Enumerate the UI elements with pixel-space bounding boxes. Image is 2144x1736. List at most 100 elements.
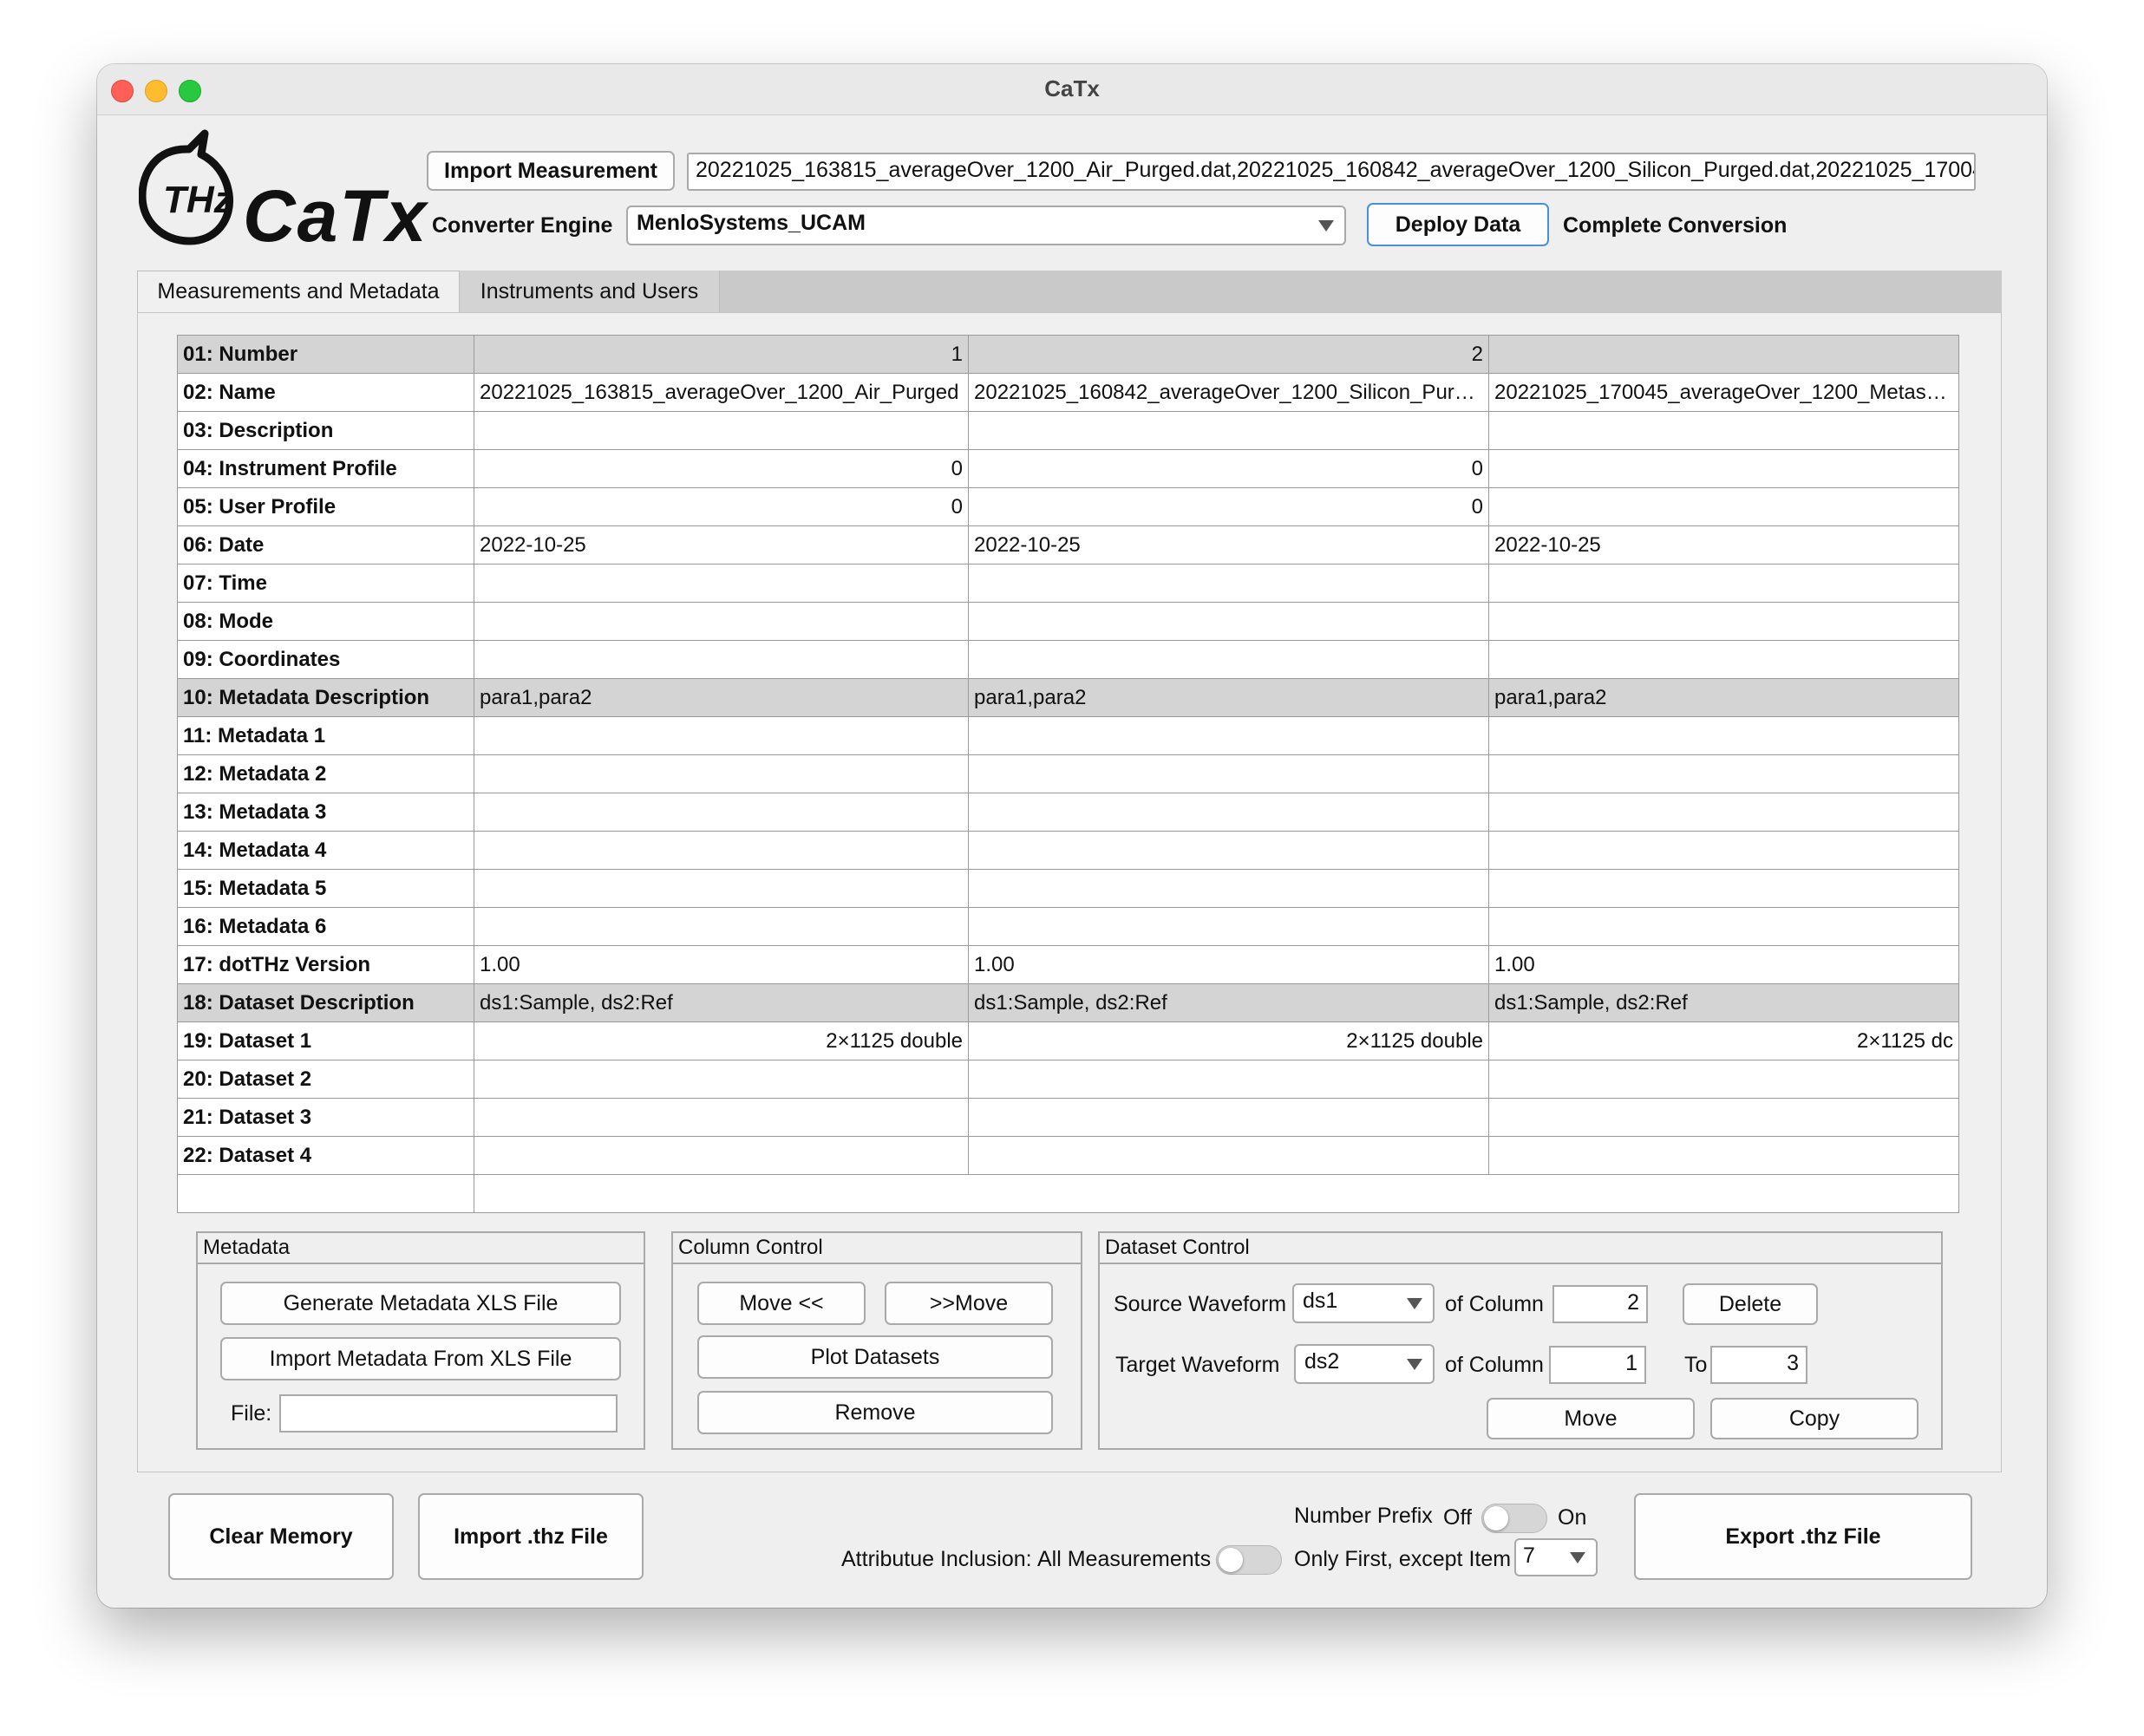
row-header: 10: Metadata Description	[177, 678, 474, 717]
deploy-data-button[interactable]: Deploy Data	[1367, 203, 1549, 246]
table-cell[interactable]	[968, 1060, 1489, 1099]
table-cell[interactable]	[968, 754, 1489, 793]
table-cell[interactable]	[968, 602, 1489, 641]
source-waveform-select[interactable]: ds1	[1292, 1283, 1435, 1323]
tab-instruments-users[interactable]: Instruments and Users	[460, 271, 720, 312]
target-column-field[interactable]: 1	[1549, 1346, 1646, 1384]
measurement-files-field[interactable]: 20221025_163815_averageOver_1200_Air_Pur…	[687, 153, 1976, 191]
table-cell[interactable]	[1488, 1098, 1959, 1137]
table-cell[interactable]	[1488, 907, 1959, 946]
table-cell[interactable]	[474, 1174, 1959, 1213]
import-thz-file-button[interactable]: Import .thz File	[418, 1493, 644, 1580]
table-cell[interactable]	[1488, 640, 1959, 679]
table-cell[interactable]	[474, 831, 969, 870]
table-cell[interactable]: 1	[474, 335, 969, 374]
chevron-down-icon	[1407, 1359, 1422, 1370]
except-item-select[interactable]: 7	[1514, 1538, 1598, 1576]
import-metadata-xls-button[interactable]: Import Metadata From XLS File	[220, 1337, 621, 1380]
table-cell[interactable]	[968, 793, 1489, 832]
table-cell[interactable]	[1488, 716, 1959, 755]
table-cell[interactable]: 0	[968, 449, 1489, 488]
table-cell[interactable]: ds1:Sample, ds2:Ref	[474, 983, 969, 1022]
tab-measurements-metadata[interactable]: Measurements and Metadata	[137, 271, 460, 312]
table-cell[interactable]	[474, 1098, 969, 1137]
table-cell[interactable]	[474, 716, 969, 755]
table-cell[interactable]	[1488, 335, 1959, 374]
table-cell[interactable]	[474, 1136, 969, 1175]
clear-memory-button[interactable]: Clear Memory	[168, 1493, 394, 1580]
table-cell[interactable]: 2×1125 double	[474, 1021, 969, 1061]
table-cell[interactable]	[474, 411, 969, 450]
table-cell[interactable]: 0	[474, 487, 969, 526]
plot-datasets-button[interactable]: Plot Datasets	[697, 1335, 1053, 1379]
table-cell[interactable]: 20221025_170045_averageOver_1200_Metasur…	[1488, 373, 1959, 412]
table-cell[interactable]	[474, 602, 969, 641]
table-cell[interactable]: 1.00	[968, 945, 1489, 984]
table-cell[interactable]: para1,para2	[1488, 678, 1959, 717]
table-cell[interactable]: para1,para2	[968, 678, 1489, 717]
table-cell[interactable]: 1.00	[1488, 945, 1959, 984]
table-cell[interactable]	[474, 640, 969, 679]
table-cell[interactable]	[474, 754, 969, 793]
table-cell[interactable]	[1488, 602, 1959, 641]
table-cell[interactable]: 2×1125 dc	[1488, 1021, 1959, 1061]
attribute-inclusion-toggle[interactable]	[1216, 1545, 1282, 1575]
table-cell[interactable]: para1,para2	[474, 678, 969, 717]
table-cell[interactable]	[1488, 487, 1959, 526]
table-cell[interactable]: 0	[968, 487, 1489, 526]
table-cell[interactable]: 20221025_160842_averageOver_1200_Silicon…	[968, 373, 1489, 412]
title-bar: CaTx	[97, 64, 2047, 115]
remove-column-button[interactable]: Remove	[697, 1391, 1053, 1434]
table-cell[interactable]	[968, 831, 1489, 870]
table-cell[interactable]	[968, 869, 1489, 908]
move-left-button[interactable]: Move <<	[697, 1282, 866, 1325]
table-cell[interactable]: 0	[474, 449, 969, 488]
table-cell[interactable]	[1488, 411, 1959, 450]
target-of-column-label: of Column	[1445, 1353, 1544, 1377]
table-cell[interactable]	[474, 564, 969, 603]
move-dataset-button[interactable]: Move	[1487, 1398, 1695, 1439]
delete-dataset-button[interactable]: Delete	[1683, 1283, 1818, 1325]
table-cell[interactable]	[1488, 754, 1959, 793]
table-cell[interactable]: ds1:Sample, ds2:Ref	[968, 983, 1489, 1022]
table-cell[interactable]	[968, 1136, 1489, 1175]
table-cell[interactable]: 2×1125 double	[968, 1021, 1489, 1061]
to-column-field[interactable]: 3	[1710, 1346, 1807, 1384]
table-cell[interactable]: 20221025_163815_averageOver_1200_Air_Pur…	[474, 373, 969, 412]
generate-metadata-xls-button[interactable]: Generate Metadata XLS File	[220, 1282, 621, 1325]
table-cell[interactable]	[968, 907, 1489, 946]
table-cell[interactable]: 1.00	[474, 945, 969, 984]
table-cell[interactable]	[968, 564, 1489, 603]
table-cell[interactable]	[1488, 1060, 1959, 1099]
table-cell[interactable]	[1488, 449, 1959, 488]
table-cell[interactable]	[968, 1098, 1489, 1137]
table-cell[interactable]	[968, 411, 1489, 450]
table-cell[interactable]	[1488, 831, 1959, 870]
target-waveform-select[interactable]: ds2	[1294, 1344, 1435, 1384]
metadata-file-field[interactable]	[279, 1394, 618, 1433]
table-cell[interactable]: 2	[968, 335, 1489, 374]
table-cell[interactable]	[1488, 1136, 1959, 1175]
table-cell[interactable]	[474, 907, 969, 946]
move-right-button[interactable]: >>Move	[885, 1282, 1053, 1325]
converter-engine-select[interactable]: MenloSystems_UCAM	[626, 206, 1346, 245]
table-cell[interactable]	[474, 869, 969, 908]
table-cell[interactable]: 2022-10-25	[1488, 525, 1959, 565]
export-thz-file-button[interactable]: Export .thz File	[1634, 1493, 1972, 1580]
table-cell[interactable]	[474, 793, 969, 832]
number-prefix-toggle[interactable]	[1481, 1504, 1547, 1533]
table-cell[interactable]: 2022-10-25	[968, 525, 1489, 565]
source-waveform-value: ds1	[1303, 1289, 1338, 1313]
table-cell[interactable]	[1488, 869, 1959, 908]
table-cell[interactable]	[968, 640, 1489, 679]
table-cell[interactable]	[1488, 793, 1959, 832]
table-cell[interactable]	[474, 1060, 969, 1099]
table-cell[interactable]	[1488, 564, 1959, 603]
source-column-field[interactable]: 2	[1552, 1285, 1648, 1323]
import-measurement-button[interactable]: Import Measurement	[427, 151, 675, 191]
copy-dataset-button[interactable]: Copy	[1710, 1398, 1918, 1439]
table-cell[interactable]: ds1:Sample, ds2:Ref	[1488, 983, 1959, 1022]
table-cell[interactable]	[968, 716, 1489, 755]
table-cell[interactable]: 2022-10-25	[474, 525, 969, 565]
table-row: 22: Dataset 4	[177, 1136, 1959, 1175]
